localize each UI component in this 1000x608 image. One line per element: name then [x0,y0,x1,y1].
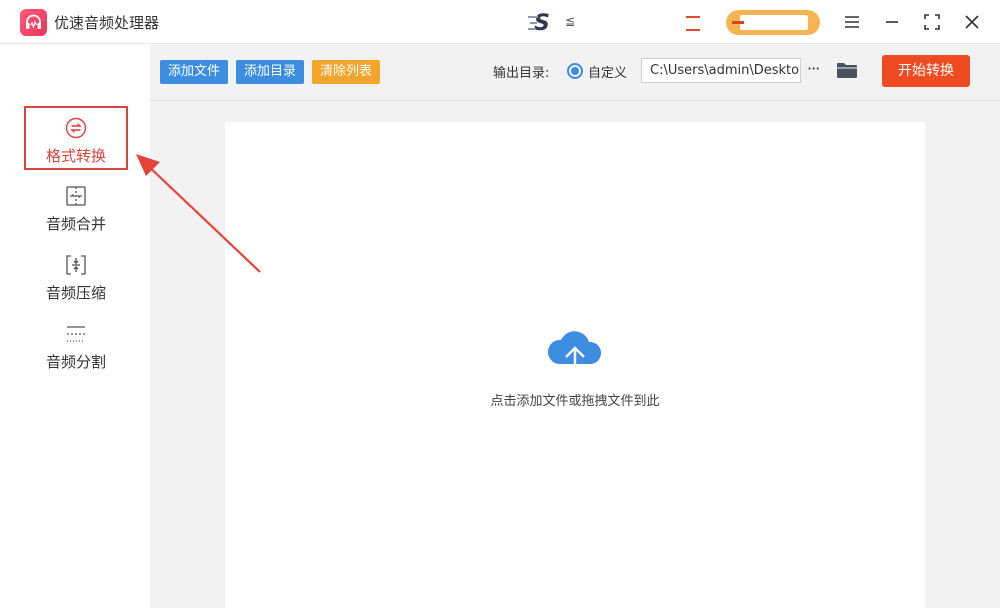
sidebar-item-label: 音频压缩 [45,284,106,302]
sidebar-item-audio-compress[interactable]: 音频压缩 [24,245,128,309]
custom-radio-label[interactable]: 自定义 [588,62,627,81]
cloud-upload-icon[interactable] [545,326,605,382]
start-convert-button[interactable]: 开始转换 [882,55,970,87]
headphones-icon [20,9,47,36]
output-dir-label: 输出目录: [493,66,550,81]
maximize-icon[interactable] [918,8,946,36]
menu-icon[interactable] [838,8,866,36]
more-options-button[interactable]: ··· [807,59,820,78]
sidebar-item-label: 音频分割 [45,353,106,371]
close-icon[interactable] [958,8,986,36]
clear-list-button[interactable]: 清除列表 [312,60,381,84]
split-icon [65,323,87,345]
custom-radio[interactable] [567,63,583,79]
brand-logo: S [528,9,558,36]
toolbar: 添加文件 添加目录 清除列表 输出目录: 自定义 C:\Users\admin\… [150,45,1000,101]
add-folder-button[interactable]: 添加目录 [236,60,305,84]
compress-icon [65,254,87,276]
sidebar-item-format-convert[interactable]: 格式转换 [24,106,128,170]
sidebar-item-audio-split[interactable]: 音频分割 [24,314,128,378]
output-path-field[interactable]: C:\Users\admin\Deskto [641,58,801,83]
vip-button[interactable] [726,10,820,35]
badge-icon[interactable] [686,12,700,32]
folder-icon[interactable] [837,62,857,78]
merge-icon [65,185,87,207]
sidebar-item-audio-merge[interactable]: 音频合并 [24,176,128,240]
drop-hint-text: 点击添加文件或拖拽文件到此 [490,394,660,409]
add-file-button[interactable]: 添加文件 [160,60,229,84]
title-bar: 优速音频处理器 S ≦ [0,0,1000,44]
annotation-arrow [136,154,261,273]
signal-icon: ≦ [565,14,576,28]
app-title: 优速音频处理器 [54,14,160,32]
minimize-icon[interactable] [878,8,906,36]
sidebar-item-label: 音频合并 [45,215,106,233]
sidebar-item-label: 格式转换 [45,147,106,165]
convert-icon [65,117,87,139]
